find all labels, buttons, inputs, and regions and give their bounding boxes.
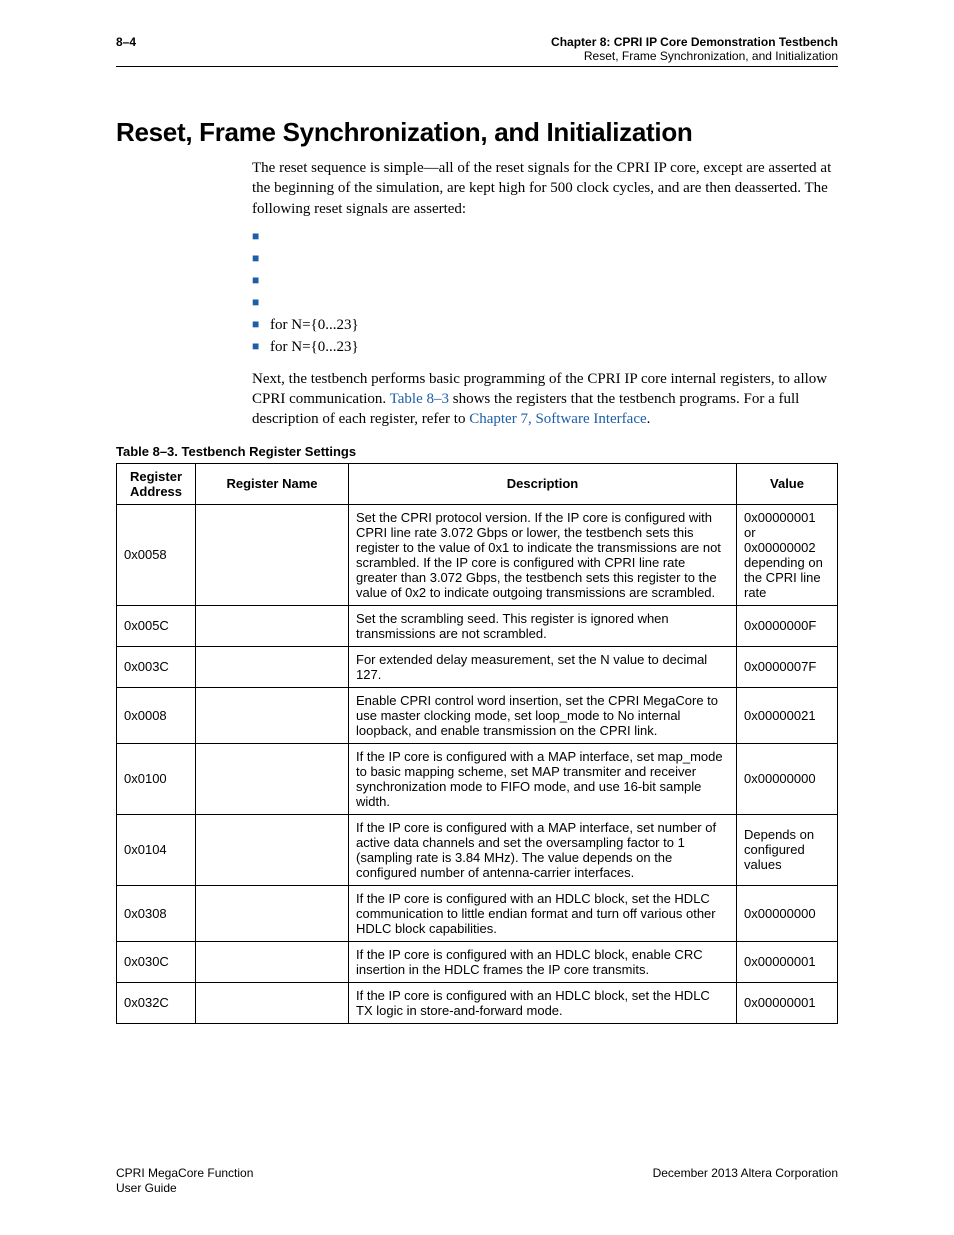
second-paragraph: Next, the testbench performs basic progr… [252,369,838,430]
page-footer: CPRI MegaCore Function User Guide Decemb… [116,1166,838,1197]
cell-desc: If the IP core is configured with a MAP … [349,814,737,885]
col-header-description: Description [349,463,737,504]
list-item [252,271,838,293]
cell-addr: 0x030C [117,941,196,982]
header-rule [116,66,838,67]
list-item [252,249,838,271]
cell-desc: Set the CPRI protocol version. If the IP… [349,504,737,605]
header-right: Chapter 8: CPRI IP Core Demonstration Te… [551,35,838,63]
cell-addr: 0x0308 [117,885,196,941]
section-line: Reset, Frame Synchronization, and Initia… [551,49,838,63]
table-row: 0x005C Set the scrambling seed. This regi… [117,605,838,646]
list-item: for N={0...23} [252,337,838,359]
signal-list: for N={0...23} for N={0...23} [252,227,838,359]
cell-desc: If the IP core is configured with an HDL… [349,885,737,941]
list-item: for N={0...23} [252,315,838,337]
intro-paragraph: The reset sequence is simple—all of the … [252,158,838,219]
para-text: . [647,411,651,427]
table-row: 0x0008 Enable CPRI control word insertion… [117,687,838,743]
footer-doc-subtitle: User Guide [116,1181,177,1195]
cell-name [196,605,349,646]
register-settings-table: Register Address Register Name Descripti… [116,463,838,1024]
cell-val: 0x00000021 [737,687,838,743]
cell-val: 0x00000001 or 0x00000002 depending on th… [737,504,838,605]
list-item [252,293,838,315]
cell-val: 0x00000001 [737,941,838,982]
running-header: 8–4 Chapter 8: CPRI IP Core Demonstratio… [116,35,838,63]
table-row: 0x0058 Set the CPRI protocol version. If … [117,504,838,605]
footer-doc-title: CPRI MegaCore Function [116,1166,253,1180]
col-header-address: Register Address [117,463,196,504]
cell-desc: If the IP core is configured with an HDL… [349,941,737,982]
cell-val: 0x00000001 [737,982,838,1023]
section-title: Reset, Frame Synchronization, and Initia… [116,117,838,148]
cell-addr: 0x005C [117,605,196,646]
page-number: 8–4 [116,35,136,49]
list-item [252,227,838,249]
footer-left: CPRI MegaCore Function User Guide [116,1166,253,1197]
cell-val: 0x0000000F [737,605,838,646]
cell-name [196,814,349,885]
col-header-value: Value [737,463,838,504]
cell-val: 0x00000000 [737,885,838,941]
cell-addr: 0x0008 [117,687,196,743]
table-row: 0x0104 If the IP core is configured with … [117,814,838,885]
footer-right: December 2013 Altera Corporation [653,1166,838,1197]
cell-addr: 0x0104 [117,814,196,885]
table-row: 0x003C For extended delay measurement, se… [117,646,838,687]
cell-addr: 0x032C [117,982,196,1023]
cell-desc: If the IP core is configured with a MAP … [349,743,737,814]
cell-desc: Enable CPRI control word insertion, set … [349,687,737,743]
cell-name [196,982,349,1023]
chapter-crossref-link[interactable]: Chapter 7, Software Interface [469,411,646,427]
cell-name [196,743,349,814]
cell-val: 0x0000007F [737,646,838,687]
table-header-row: Register Address Register Name Descripti… [117,463,838,504]
table-row: 0x0100 If the IP core is configured with … [117,743,838,814]
cell-addr: 0x0100 [117,743,196,814]
cell-val: 0x00000000 [737,743,838,814]
cell-name [196,646,349,687]
table-row: 0x032C If the IP core is configured with … [117,982,838,1023]
cell-addr: 0x003C [117,646,196,687]
cell-desc: For extended delay measurement, set the … [349,646,737,687]
cell-desc: If the IP core is configured with an HDL… [349,982,737,1023]
table-crossref-link[interactable]: Table 8–3 [390,391,449,407]
cell-name [196,504,349,605]
cell-name [196,885,349,941]
table-row: 0x030C If the IP core is configured with … [117,941,838,982]
table-caption: Table 8–3. Testbench Register Settings [116,444,838,459]
cell-desc: Set the scrambling seed. This register i… [349,605,737,646]
chapter-line: Chapter 8: CPRI IP Core Demonstration Te… [551,35,838,49]
cell-val: Depends on configured values [737,814,838,885]
cell-name [196,687,349,743]
table-row: 0x0308 If the IP core is configured with … [117,885,838,941]
col-header-name: Register Name [196,463,349,504]
cell-addr: 0x0058 [117,504,196,605]
cell-name [196,941,349,982]
